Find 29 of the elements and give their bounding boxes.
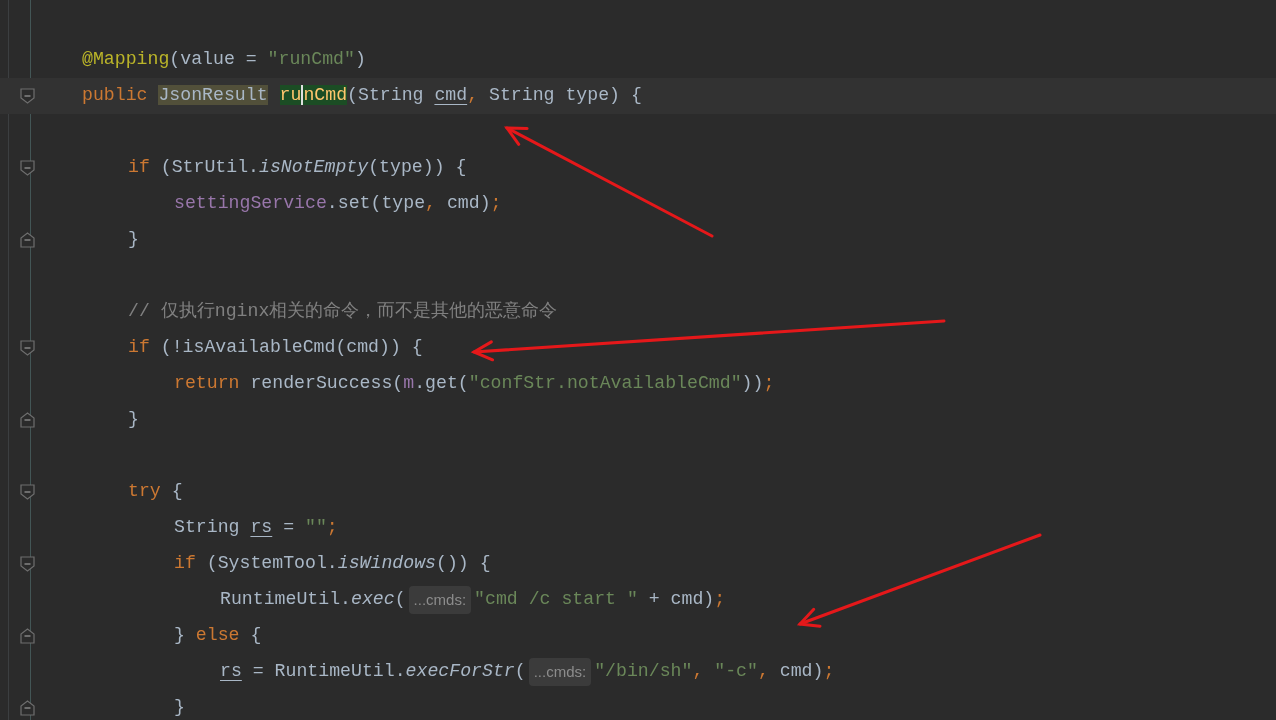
code-text: public JsonResult ru nCmd(String cmd, String type) { xyxy=(82,84,642,108)
fold-collapse-icon[interactable] xyxy=(20,160,35,176)
code-text: } xyxy=(128,408,139,432)
code-text: if (StrUtil.isNotEmpty(type)) { xyxy=(128,156,467,180)
code-text: settingService.set(type, cmd); xyxy=(174,192,502,216)
code-text: } else { xyxy=(174,624,262,648)
parameter-hint: ...cmds: xyxy=(408,585,472,615)
code-text: "/bin/sh", "-c", cmd); xyxy=(594,660,835,684)
code-text: try { xyxy=(128,480,183,504)
fold-collapse-icon[interactable] xyxy=(20,484,35,500)
fold-end-icon[interactable] xyxy=(20,700,35,716)
code-text: @Mapping(value = "runCmd") xyxy=(82,48,366,72)
code-text: if (!isAvailableCmd(cmd)) { xyxy=(128,336,423,360)
code-text: "cmd /c start " + cmd); xyxy=(474,588,726,612)
parameter-hint: ...cmds: xyxy=(528,657,592,687)
code-text: return renderSuccess(m.get("confStr.notAvailableCmd")); xyxy=(174,372,775,396)
fold-collapse-icon[interactable] xyxy=(20,340,35,356)
code-text: RuntimeUtil.exec( xyxy=(220,588,406,612)
fold-end-icon[interactable] xyxy=(20,232,35,248)
fold-collapse-icon[interactable] xyxy=(20,88,35,104)
fold-end-icon[interactable] xyxy=(20,628,35,644)
code-comment: // 仅执行nginx相关的命令，而不是其他的恶意命令 xyxy=(128,300,558,324)
code-text: } xyxy=(128,228,139,252)
fold-collapse-icon[interactable] xyxy=(20,556,35,572)
fold-end-icon[interactable] xyxy=(20,412,35,428)
code-text: rs = RuntimeUtil.execForStr( xyxy=(220,660,526,684)
code-text: String rs = ""; xyxy=(174,516,338,540)
code-text: } xyxy=(174,696,185,720)
code-text: if (SystemTool.isWindows()) { xyxy=(174,552,491,576)
